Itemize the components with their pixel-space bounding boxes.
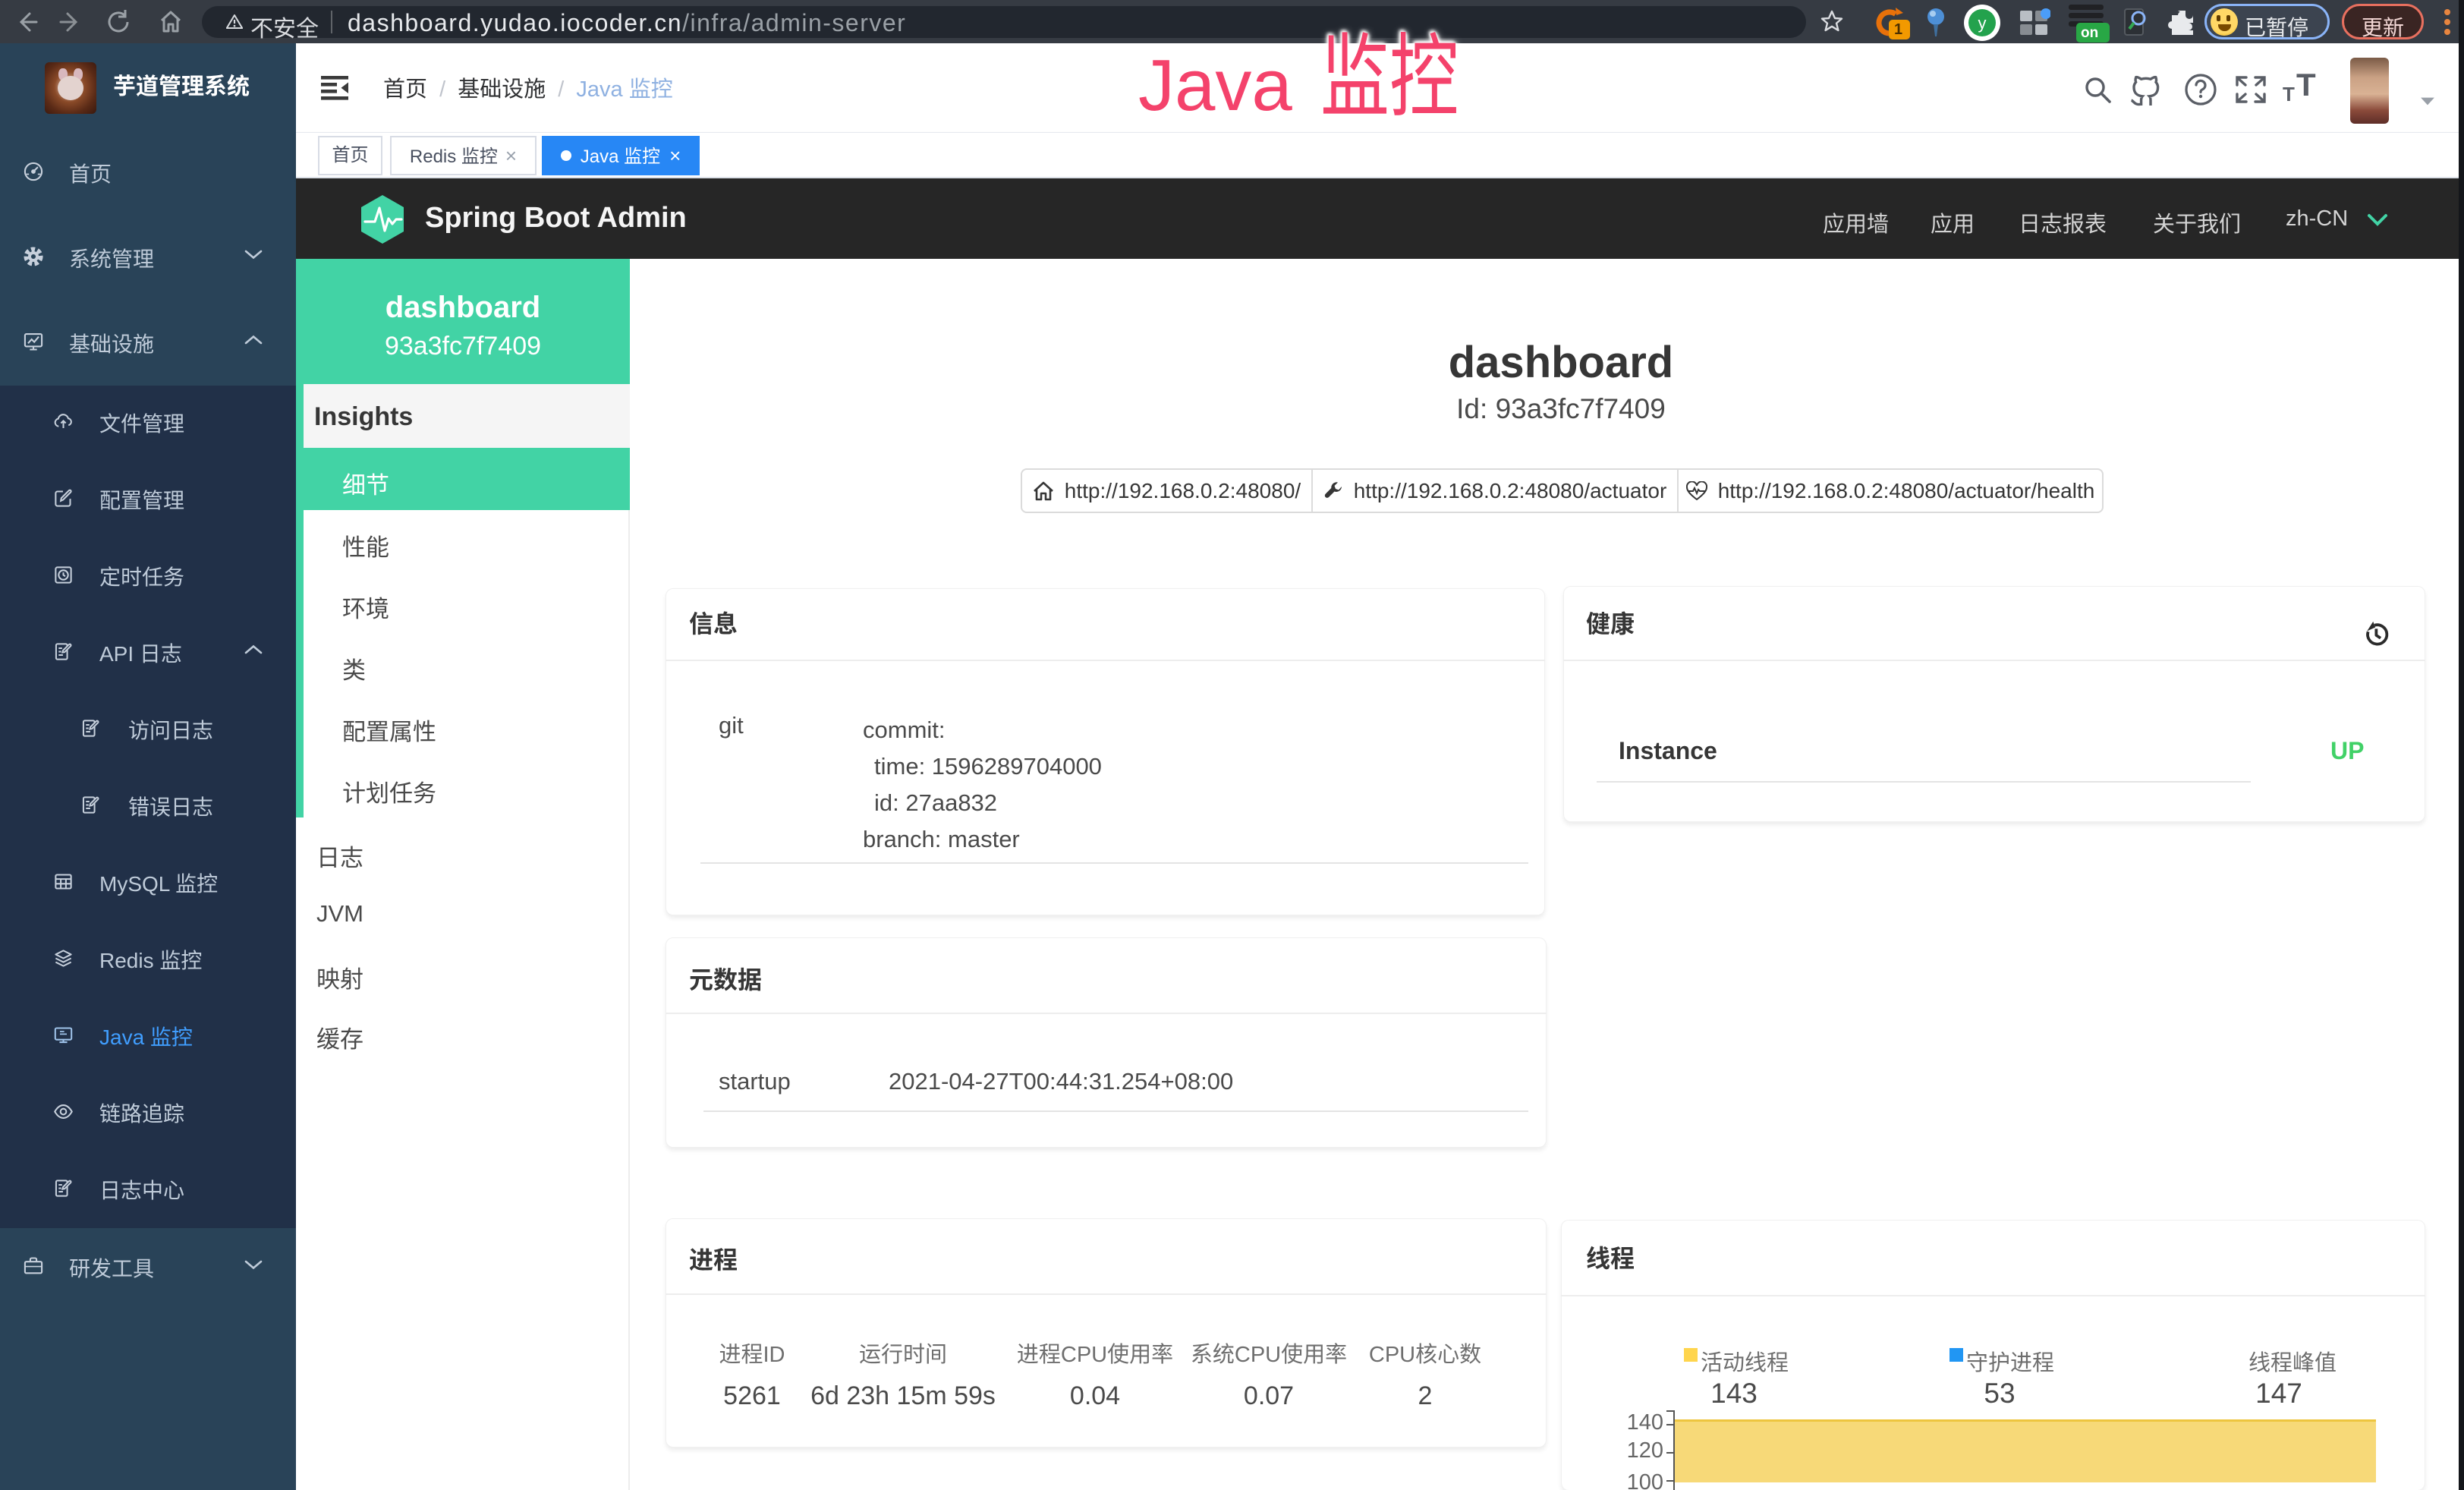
svg-text:y: y	[1978, 14, 1987, 33]
